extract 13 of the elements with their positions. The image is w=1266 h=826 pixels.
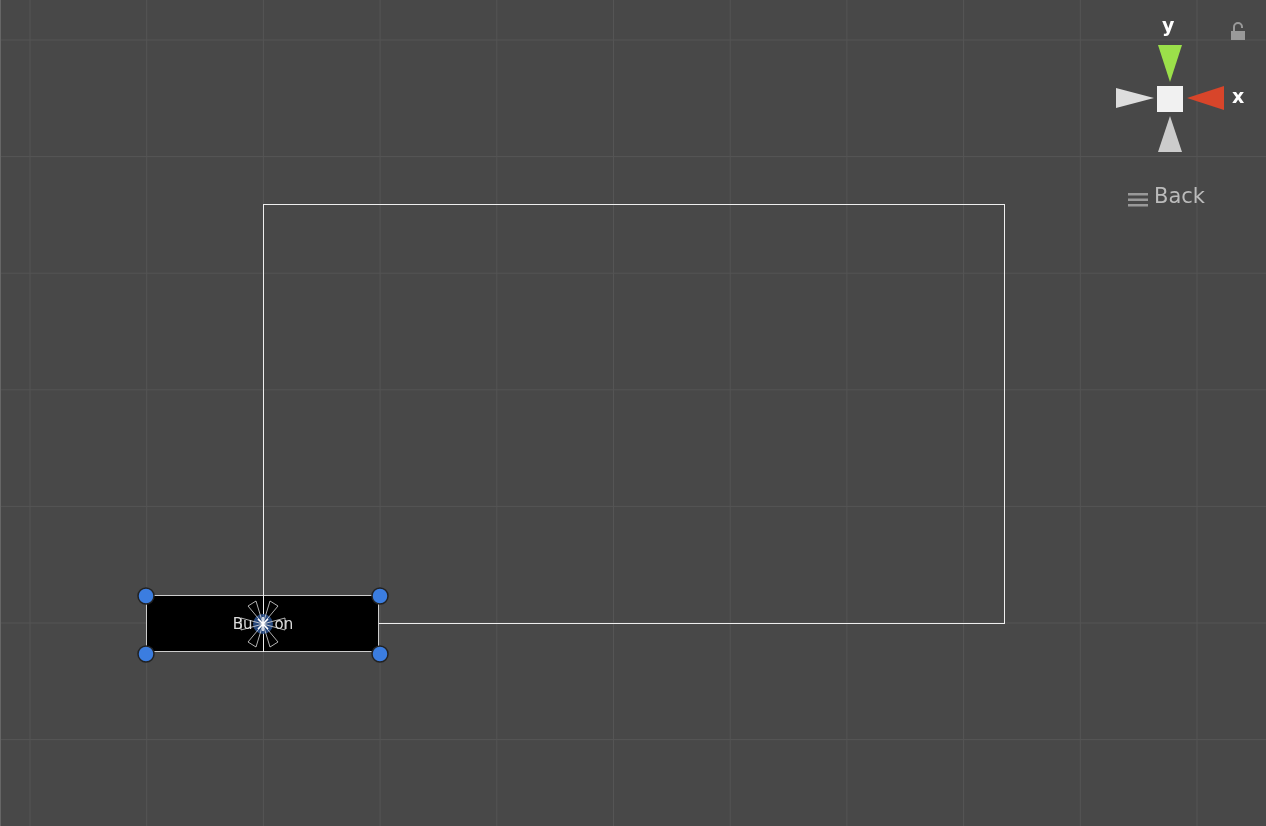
resize-handle[interactable] xyxy=(371,645,389,663)
element-label-fragment: Bu xyxy=(232,614,253,633)
menu-icon[interactable] xyxy=(1128,193,1148,207)
x-axis-label: x xyxy=(1232,87,1245,106)
resize-handle[interactable] xyxy=(371,587,389,605)
resize-handle[interactable] xyxy=(137,587,155,605)
element-label-fragment: on xyxy=(274,614,294,633)
ui-element[interactable]: Bu on xyxy=(146,595,379,652)
view-label[interactable]: Back xyxy=(1154,186,1205,207)
orientation-gizmo[interactable] xyxy=(1116,45,1224,152)
y-axis-label: y xyxy=(1162,16,1175,35)
resize-handle[interactable] xyxy=(137,645,155,663)
lock-icon[interactable] xyxy=(1231,22,1245,40)
